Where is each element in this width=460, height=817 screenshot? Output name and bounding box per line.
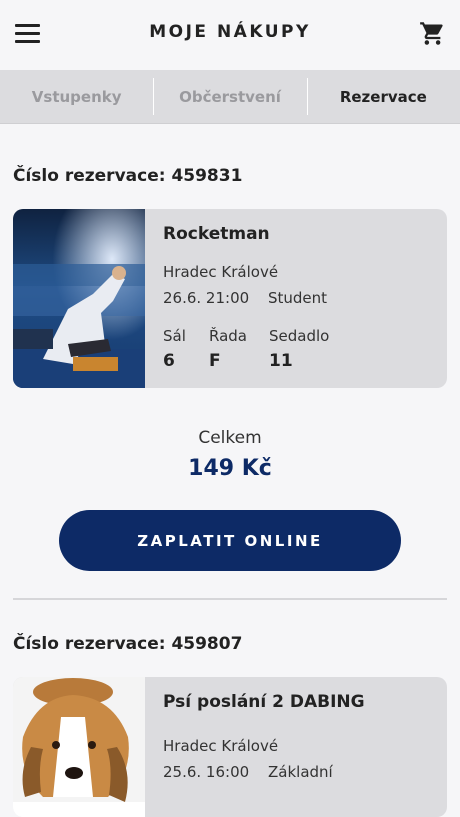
cinema-city: Hradec Králové (163, 737, 279, 755)
cinema-city: Hradec Králové (163, 263, 279, 281)
tab-rezervace[interactable]: Rezervace (306, 70, 460, 123)
total-label: Celkem (198, 428, 262, 448)
total-price: 149 Kč (188, 456, 272, 481)
movie-poster-image (13, 209, 145, 388)
pay-online-button[interactable]: ZAPLATIT ONLINE (59, 510, 401, 571)
seat-value: 11 (269, 351, 293, 371)
seat-label: Sedadlo (269, 327, 330, 345)
tab-obcerstveni[interactable]: Občerstvení (153, 70, 306, 123)
row-label: Řada (209, 327, 247, 345)
row-value: F (209, 351, 221, 371)
movie-poster-image (13, 677, 145, 817)
divider (13, 598, 447, 600)
reservation-number: Číslo rezervace: 459807 (13, 634, 243, 654)
hall-value: 6 (163, 351, 175, 371)
ticket-type: Student (268, 289, 328, 307)
top-bar: MOJE NÁKUPY (0, 0, 460, 70)
film-title: Psí poslání 2 DABING (163, 692, 365, 712)
showtime: 25.6. 16:00 (163, 763, 250, 781)
hall-label: Sál (163, 327, 186, 345)
tab-bar: Vstupenky Občerstvení Rezervace (0, 70, 460, 124)
showtime: 26.6. 21:00 (163, 289, 250, 307)
reservation-card[interactable]: Psí poslání 2 DABING Hradec Králové 25.6… (13, 677, 447, 817)
tab-vstupenky[interactable]: Vstupenky (0, 70, 153, 123)
page-title: MOJE NÁKUPY (149, 22, 311, 42)
reservation-card[interactable]: Rocketman Hradec Králové 26.6. 21:00 Stu… (13, 209, 447, 388)
reservation-number: Číslo rezervace: 459831 (13, 166, 243, 186)
ticket-type: Základní (268, 763, 333, 781)
film-title: Rocketman (163, 224, 270, 244)
shopping-cart-icon[interactable] (419, 20, 446, 47)
